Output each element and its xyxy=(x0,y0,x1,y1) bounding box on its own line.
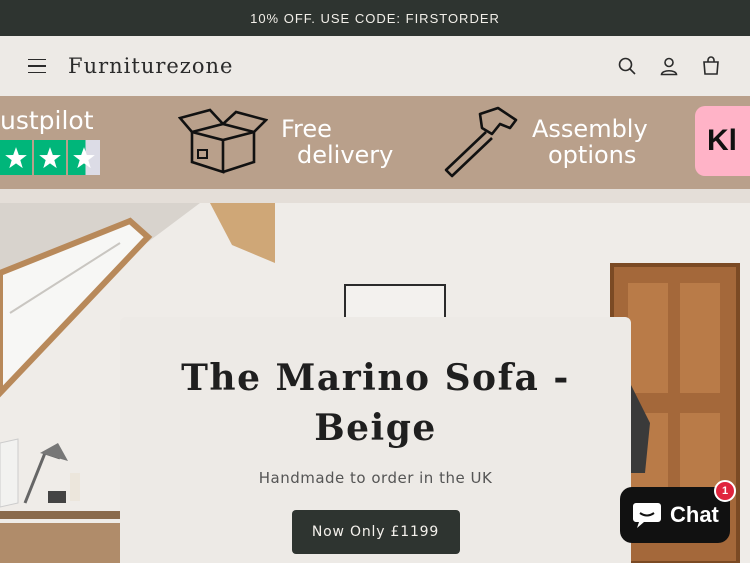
delivery-text: Free delivery xyxy=(281,116,393,168)
box-icon xyxy=(177,106,269,180)
brand-logo[interactable]: Furniturezone xyxy=(68,54,233,78)
shop-now-button[interactable]: Now Only £1199 xyxy=(291,510,460,554)
assembly-line2: options xyxy=(548,141,637,169)
usp-bar: ustpilot Free delivery Assembly options … xyxy=(0,96,750,189)
hero-subtitle: Handmade to order in the UK xyxy=(258,469,493,487)
assembly-line1: Assembly xyxy=(532,115,648,143)
hammer-icon xyxy=(440,106,520,182)
usp-divider xyxy=(0,189,750,203)
star-icon xyxy=(34,140,66,175)
trustpilot-label: ustpilot xyxy=(0,106,94,135)
hero-card: The Marino Sofa - Beige Handmade to orde… xyxy=(120,317,631,563)
star-icon xyxy=(0,140,32,175)
assembly-text: Assembly options xyxy=(532,116,648,168)
announcement-bar: 10% OFF. USE CODE: FIRSTORDER xyxy=(0,0,750,36)
search-icon[interactable] xyxy=(616,55,638,77)
menu-icon[interactable] xyxy=(28,55,50,77)
chat-bubble-icon xyxy=(633,503,661,528)
header-actions xyxy=(616,55,722,77)
chat-widget-button[interactable]: Chat 1 xyxy=(620,480,736,543)
delivery-line2: delivery xyxy=(297,141,394,169)
announcement-text: 10% OFF. USE CODE: FIRSTORDER xyxy=(250,10,500,26)
delivery-line1: Free xyxy=(281,115,332,143)
chat-label: Chat xyxy=(670,502,719,527)
site-header: Furniturezone xyxy=(0,36,750,96)
star-half-icon xyxy=(68,140,100,175)
klarna-label: Kl xyxy=(707,124,737,157)
cart-icon[interactable] xyxy=(700,55,722,77)
chat-notification-badge: 1 xyxy=(714,480,736,502)
trustpilot-stars xyxy=(0,140,100,175)
account-icon[interactable] xyxy=(658,55,680,77)
klarna-logo: Kl xyxy=(695,106,750,176)
hero-title: The Marino Sofa - Beige xyxy=(181,357,570,449)
